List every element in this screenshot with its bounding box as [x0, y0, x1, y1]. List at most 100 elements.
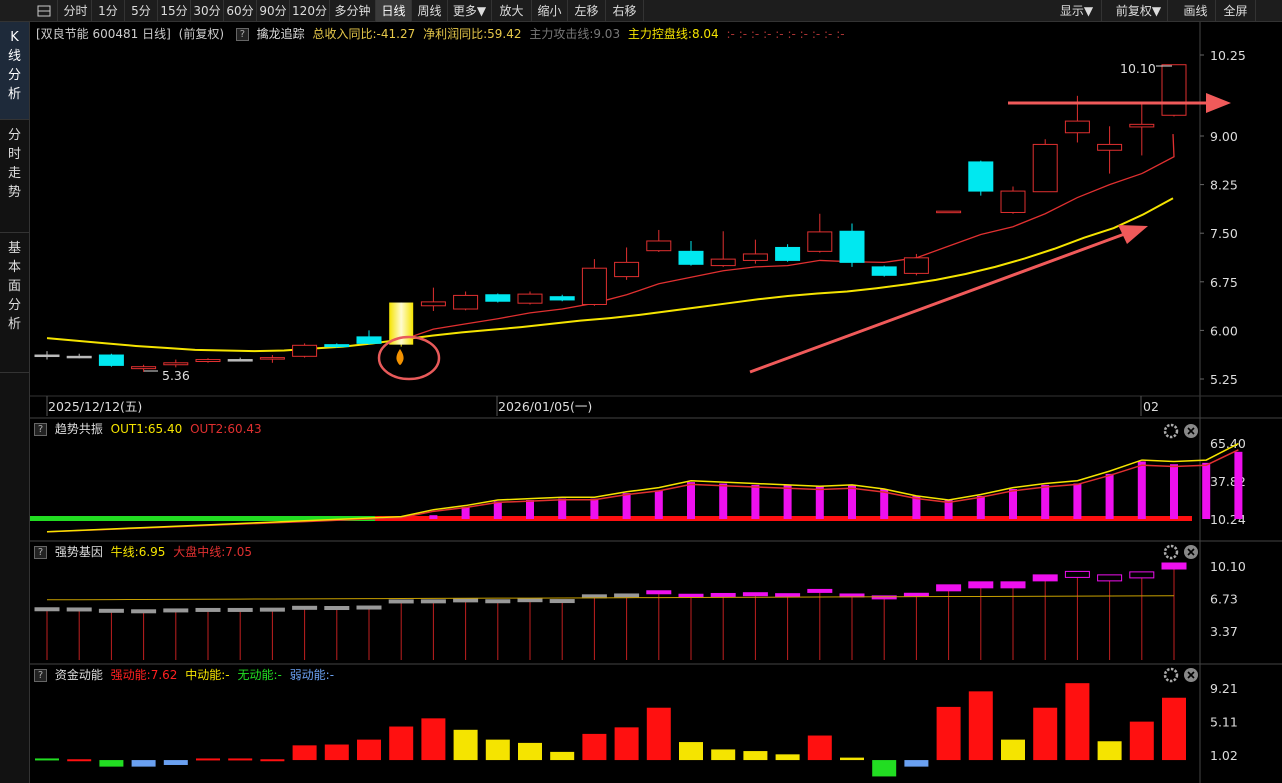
- ma-red-line: [400, 134, 1175, 341]
- panel2-block: [1032, 574, 1058, 582]
- bull-line: [46, 595, 1175, 601]
- candle-body: [936, 210, 962, 214]
- candle-body: [581, 267, 607, 305]
- panel2-block: [614, 593, 640, 598]
- momentum-bar: [840, 757, 864, 761]
- candle-body: [485, 294, 511, 302]
- panel3-axis-label: 5.11: [1210, 715, 1238, 730]
- panel1-bar: [493, 501, 502, 519]
- candle-body: [98, 354, 124, 366]
- gear-icon: [1163, 423, 1179, 439]
- price-axis-label: 6.75: [1210, 275, 1238, 290]
- momentum-bar: [968, 691, 993, 761]
- momentum-bar: [679, 742, 703, 761]
- panel2-axis-label: 6.73: [1210, 592, 1238, 607]
- panel2-block: [66, 607, 92, 612]
- price-axis-label: 9.00: [1210, 129, 1238, 144]
- low-price-label: 5.36: [162, 368, 190, 383]
- momentum-bar: [324, 744, 349, 761]
- candle-body: [549, 296, 575, 301]
- candle-body: [775, 246, 801, 261]
- candle-body: [453, 294, 479, 310]
- panel2-block: [324, 606, 350, 611]
- panel2-block: [356, 605, 382, 610]
- candle-body: [871, 266, 897, 276]
- price-axis-label: 6.00: [1210, 323, 1238, 338]
- candle-body: [1129, 123, 1155, 128]
- momentum-bar: [292, 745, 317, 761]
- panel2-block: [807, 588, 833, 593]
- candle-body: [292, 344, 318, 357]
- panel2-block: [195, 607, 221, 612]
- momentum-bar: [196, 758, 220, 761]
- panel1-bar: [622, 493, 631, 519]
- panel1-bar: [880, 489, 889, 519]
- candle-body: [324, 344, 350, 348]
- panel1-bar: [848, 484, 856, 519]
- candle-body: [1000, 190, 1026, 213]
- panel1-bar: [1234, 451, 1243, 519]
- candle-body: [1097, 143, 1123, 151]
- panel2-block: [646, 590, 672, 595]
- momentum-bar: [775, 754, 800, 761]
- panel1-bar: [526, 500, 534, 519]
- panel2-block: [1161, 562, 1187, 570]
- candle-body: [1161, 64, 1187, 116]
- momentum-bar: [67, 759, 92, 762]
- panel1-bar: [783, 484, 792, 519]
- candle-body: [614, 261, 640, 278]
- panel2-block: [678, 593, 704, 598]
- price-axis-label: 7.50: [1210, 226, 1238, 241]
- momentum-bar: [1129, 721, 1154, 761]
- candle-body: [259, 357, 285, 360]
- momentum-bar: [711, 749, 736, 761]
- panel1-bar: [1009, 489, 1017, 519]
- panel1-bar: [429, 515, 438, 519]
- candle-body: [131, 366, 157, 370]
- momentum-bar: [35, 758, 59, 761]
- high-price-label: 10.10: [1120, 61, 1156, 76]
- panel2-block: [710, 592, 736, 597]
- candle-body: [742, 253, 768, 261]
- momentum-bar: [1065, 683, 1090, 761]
- kline-chart[interactable]: 10.25 9.00 8.25 7.50 6.75 6.00 5.25 10.10 5.36 20…: [0, 0, 1282, 783]
- candle-body: [66, 355, 92, 359]
- panel2-block: [34, 607, 60, 612]
- momentum-bar: [421, 718, 446, 761]
- arrow-head-icon: [1118, 225, 1148, 244]
- panel2-block: [453, 598, 479, 603]
- panel1-bar: [815, 486, 824, 519]
- panel1-bar: [461, 506, 470, 519]
- panel2-block: [131, 609, 157, 614]
- gear-icon: [1163, 667, 1179, 683]
- ma-yellow-line: [46, 197, 1174, 353]
- candle-body: [420, 301, 446, 307]
- price-axis-label: 8.25: [1210, 178, 1238, 193]
- momentum-bar: [614, 727, 639, 761]
- momentum-bar: [99, 760, 124, 767]
- momentum-bar: [1162, 697, 1186, 761]
- panel2-block: [549, 599, 575, 604]
- gear-icon: [1163, 544, 1179, 560]
- panel2-block: [775, 593, 801, 598]
- momentum-bar: [357, 739, 381, 761]
- momentum-bar: [389, 726, 414, 761]
- date-label: 2025/12/12(五): [48, 399, 142, 414]
- momentum-bar: [646, 707, 671, 761]
- panel1-bar: [687, 482, 695, 519]
- panel1-bar: [751, 484, 760, 519]
- panel2-axis-label: 10.10: [1210, 559, 1246, 574]
- candle-body: [968, 161, 994, 192]
- panel1-bar: [590, 498, 599, 519]
- panel1-bar: [558, 498, 567, 519]
- candle-body: [839, 230, 865, 263]
- momentum-bar: [1001, 739, 1025, 761]
- momentum-bar: [550, 751, 575, 761]
- panel2-block: [903, 592, 929, 597]
- candle-body: [163, 362, 189, 366]
- panel2-block: [259, 607, 285, 612]
- momentum-bar: [1097, 741, 1122, 761]
- panel1-bar: [1105, 473, 1114, 519]
- candle-body: [1032, 143, 1058, 193]
- momentum-bar: [485, 739, 510, 761]
